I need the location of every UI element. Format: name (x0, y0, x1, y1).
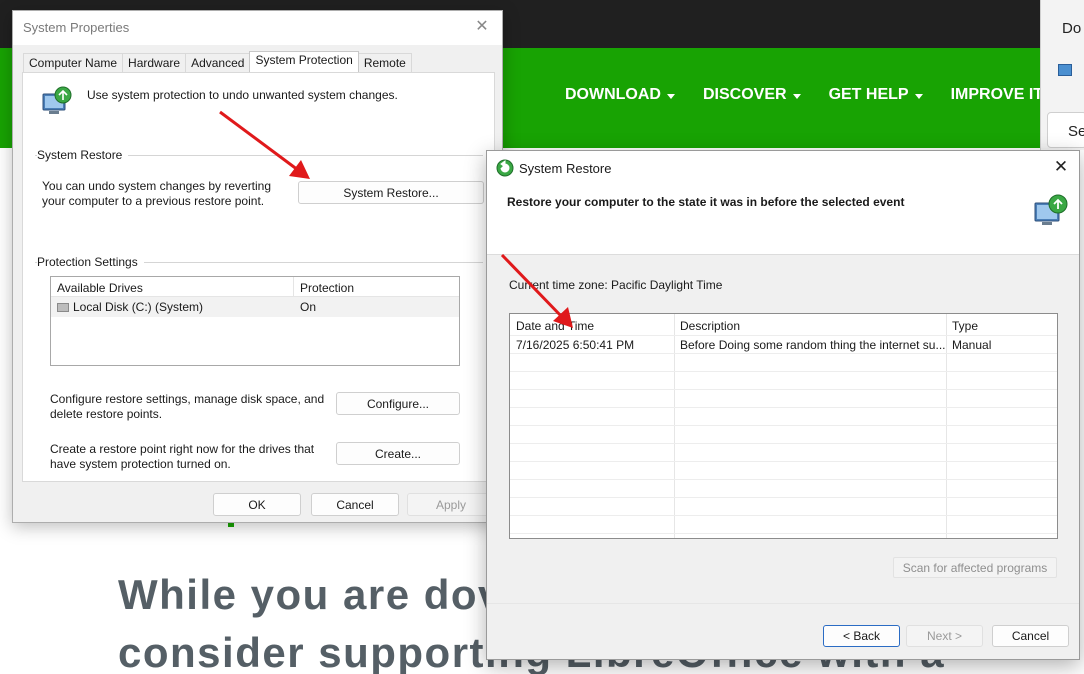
empty-row (510, 480, 1057, 498)
ok-button[interactable]: OK (213, 493, 301, 516)
column-header-description[interactable]: Description (674, 316, 946, 336)
cancel-button[interactable]: Cancel (992, 625, 1069, 647)
nav-get-help-label: GET HELP (828, 86, 909, 103)
titlebar: System Properties ✕ (13, 11, 502, 45)
table-header: Date and Time Description Type (510, 316, 1057, 336)
chevron-down-icon (666, 93, 675, 99)
column-header-date-time[interactable]: Date and Time (510, 316, 674, 336)
nav-discover[interactable]: DISCOVER (703, 86, 801, 104)
apply-button[interactable]: Apply (407, 493, 495, 516)
empty-row (510, 390, 1057, 408)
tab-computer-name[interactable]: Computer Name (23, 53, 124, 72)
system-restore-computer-icon (1034, 194, 1068, 225)
intro-text: Use system protection to undo unwanted s… (87, 88, 398, 102)
system-protection-icon (42, 86, 72, 114)
nav-improve-it-label: IMPROVE IT (950, 86, 1044, 103)
column-header-type[interactable]: Type (946, 316, 1057, 336)
empty-row (510, 498, 1057, 516)
empty-row (510, 462, 1057, 480)
window-icon[interactable] (1058, 64, 1072, 76)
empty-row (510, 372, 1057, 390)
system-properties-dialog: System Properties ✕ Computer Name Hardwa… (12, 10, 503, 523)
drive-icon (57, 303, 69, 312)
nav-download-label: DOWNLOAD (565, 86, 661, 103)
system-restore-button[interactable]: System Restore... (298, 181, 484, 204)
timezone-label: Current time zone: Pacific Daylight Time (509, 278, 723, 292)
nav-download[interactable]: DOWNLOAD (565, 86, 675, 104)
dialog-title: System Restore (519, 161, 612, 176)
drives-table[interactable]: Available Drives Protection Local Disk (… (50, 276, 460, 366)
side-panel-box-text: Se (1068, 123, 1084, 140)
close-icon[interactable]: ✕ (472, 17, 492, 37)
empty-row (510, 354, 1057, 372)
nav-discover-label: DISCOVER (702, 86, 787, 103)
restore-description: You can undo system changes by reverting… (42, 179, 272, 208)
protection-settings-group-label: Protection Settings (37, 255, 144, 269)
empty-row (510, 444, 1057, 462)
configure-description: Configure restore settings, manage disk … (50, 392, 325, 421)
empty-row (510, 426, 1057, 444)
system-restore-group-label: System Restore (37, 148, 129, 162)
tab-hardware[interactable]: Hardware (122, 53, 187, 72)
restore-points-table[interactable]: Date and Time Description Type 7/16/2025… (509, 313, 1058, 539)
next-button[interactable]: Next > (906, 625, 983, 647)
website-nav: DOWNLOAD DISCOVER GET HELP IMPROVE IT (565, 86, 1058, 104)
table-row[interactable]: Local Disk (C:) (System) On (51, 297, 459, 317)
tab-advanced[interactable]: Advanced (185, 53, 251, 72)
divider (487, 603, 1079, 604)
cancel-button[interactable]: Cancel (311, 493, 399, 516)
nav-get-help[interactable]: GET HELP (829, 86, 923, 104)
column-header-protection[interactable]: Protection (294, 277, 454, 296)
empty-row (510, 516, 1057, 534)
tab-strip: Computer Name Hardware Advanced System P… (23, 51, 412, 73)
close-icon[interactable]: ✕ (1051, 157, 1071, 177)
column-header-available-drives[interactable]: Available Drives (51, 277, 294, 296)
side-panel-text: Do (1062, 20, 1082, 37)
tab-system-protection[interactable]: System Protection (249, 51, 359, 73)
restore-point-date: 7/16/2025 6:50:41 PM (516, 338, 635, 352)
back-button[interactable]: < Back (823, 625, 900, 647)
drive-name-cell: Local Disk (C:) (System) (51, 300, 294, 314)
system-restore-icon (496, 159, 514, 177)
create-description: Create a restore point right now for the… (50, 442, 315, 471)
configure-button[interactable]: Configure... (336, 392, 460, 415)
system-protection-panel: Use system protection to undo unwanted s… (22, 72, 495, 482)
wizard-header: Restore your computer to the state it wa… (487, 185, 1079, 255)
system-restore-wizard: System Restore ✕ Restore your computer t… (486, 150, 1080, 660)
tab-remote[interactable]: Remote (357, 53, 412, 72)
wizard-heading: Restore your computer to the state it wa… (507, 195, 905, 209)
dialog-title: System Properties (23, 20, 130, 35)
drive-protection: On (300, 300, 317, 314)
chevron-down-icon (792, 93, 801, 99)
chevron-down-icon (914, 93, 923, 99)
empty-row (510, 408, 1057, 426)
drive-name: Local Disk (C:) (System) (73, 300, 204, 314)
table-header: Available Drives Protection (51, 277, 459, 297)
create-button[interactable]: Create... (336, 442, 460, 465)
restore-point-description: Before Doing some random thing the inter… (680, 338, 946, 352)
restore-point-type: Manual (952, 338, 992, 352)
titlebar: System Restore ✕ (487, 151, 1079, 185)
scan-affected-programs-button[interactable]: Scan for affected programs (893, 557, 1057, 578)
table-row[interactable]: 7/16/2025 6:50:41 PM Before Doing some r… (510, 336, 1057, 354)
